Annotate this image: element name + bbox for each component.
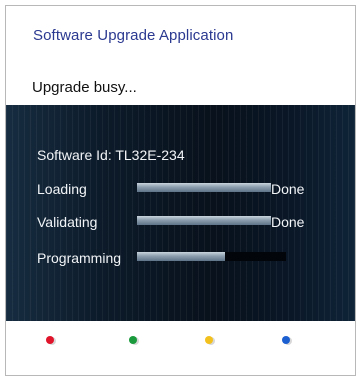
window-title: Software Upgrade Application bbox=[33, 27, 234, 44]
blue-key-button[interactable] bbox=[282, 336, 290, 344]
upgrade-window: Software Upgrade Application Upgrade bus… bbox=[5, 5, 356, 376]
step-result-validating: Done bbox=[271, 214, 305, 230]
upgrade-status: Upgrade busy... bbox=[32, 79, 137, 96]
validating-progress-fill bbox=[137, 216, 271, 225]
step-result-loading: Done bbox=[271, 181, 305, 197]
software-id: Software Id: TL32E-234 bbox=[37, 147, 185, 163]
step-label-programming: Programming bbox=[37, 250, 122, 266]
step-label-loading: Loading bbox=[37, 181, 87, 197]
green-key-button[interactable] bbox=[129, 336, 137, 344]
red-key-button[interactable] bbox=[46, 336, 54, 344]
loading-progress-fill bbox=[137, 183, 271, 192]
progress-panel: Software Id: TL32E-234 Loading Done Vali… bbox=[6, 105, 355, 321]
programming-progress-fill bbox=[137, 252, 225, 261]
validating-progress-bar bbox=[137, 216, 271, 225]
yellow-key-button[interactable] bbox=[205, 336, 213, 344]
loading-progress-bar bbox=[137, 183, 271, 192]
programming-progress-bar bbox=[137, 252, 286, 261]
step-label-validating: Validating bbox=[37, 214, 98, 230]
